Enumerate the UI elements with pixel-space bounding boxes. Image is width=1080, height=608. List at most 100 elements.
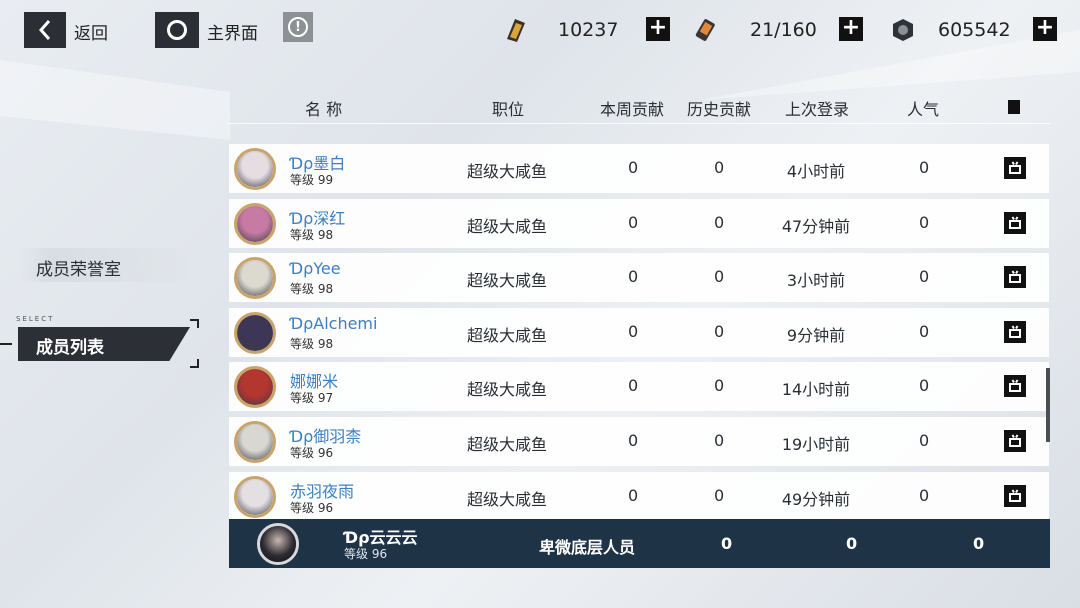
chevron-left-icon	[38, 20, 51, 40]
gift-icon	[1009, 438, 1021, 447]
member-weekly: 0	[628, 486, 639, 505]
member-name[interactable]: ƊρAlchemi	[290, 314, 377, 333]
header-history[interactable]: 历史贡献	[687, 96, 751, 120]
member-name[interactable]: ƊρYee	[290, 259, 341, 278]
gift-icon	[1009, 493, 1021, 502]
battery-icon	[692, 17, 722, 43]
table-row[interactable]: 赤羽夜雨 等级 96 超级大咸鱼 0 0 49分钟前 0	[229, 472, 1049, 521]
member-position: 超级大咸鱼	[467, 380, 548, 399]
avatar[interactable]	[234, 148, 276, 190]
member-position: 超级大咸鱼	[467, 490, 548, 509]
rations-value: 10237	[558, 19, 619, 41]
avatar[interactable]	[234, 312, 276, 354]
avatar-image	[237, 479, 273, 515]
member-history: 0	[714, 376, 725, 395]
header-gift-icon	[1008, 100, 1020, 114]
gift-button[interactable]	[1004, 375, 1026, 397]
member-level: 等级 97	[290, 391, 334, 405]
member-position: 超级大咸鱼	[467, 162, 548, 181]
member-popularity: 0	[919, 267, 930, 286]
member-level: 等级 96	[290, 446, 334, 460]
member-weekly: 0	[628, 431, 639, 450]
menu-honor-room[interactable]: 成员荣誉室	[18, 248, 188, 282]
member-position: 超级大咸鱼	[467, 271, 548, 290]
avatar-image	[237, 206, 273, 242]
member-weekly: 0	[628, 267, 639, 286]
ration-box-icon	[500, 17, 530, 43]
member-history: 0	[714, 158, 725, 177]
avatar[interactable]	[234, 203, 276, 245]
avatar[interactable]	[234, 366, 276, 408]
add-rations-button[interactable]: +	[646, 17, 670, 41]
back-button[interactable]	[24, 12, 66, 48]
top-bar: 返回 主界面 ! 10237 + 21/160 + 605542 +	[0, 0, 1080, 60]
avatar[interactable]	[234, 421, 276, 463]
member-position: 超级大咸鱼	[467, 326, 548, 345]
info-icon: !	[288, 17, 308, 37]
table-row[interactable]: 娜娜米 等级 97 超级大咸鱼 0 0 14小时前 0	[229, 362, 1049, 411]
avatar[interactable]	[234, 257, 276, 299]
selection-bracket-top	[190, 319, 199, 328]
add-battery-button[interactable]: +	[839, 17, 863, 41]
member-history: 0	[714, 213, 725, 232]
avatar-image	[237, 315, 273, 351]
select-tag: SELECT	[16, 315, 55, 323]
member-popularity: 0	[919, 213, 930, 232]
home-icon	[167, 20, 187, 40]
member-weekly: 0	[628, 322, 639, 341]
info-button[interactable]: !	[283, 12, 313, 42]
header-position[interactable]: 职位	[492, 96, 524, 120]
member-history: 0	[714, 431, 725, 450]
gift-button[interactable]	[1004, 485, 1026, 507]
home-label[interactable]: 主界面	[207, 19, 258, 44]
table-row[interactable]: Ɗρ墨白 等级 99 超级大咸鱼 0 0 4小时前 0	[229, 144, 1049, 193]
gift-button[interactable]	[1004, 430, 1026, 452]
avatar[interactable]	[257, 523, 299, 565]
table-row[interactable]: ƊρYee 等级 98 超级大咸鱼 0 0 3小时前 0	[229, 253, 1049, 302]
member-history: 0	[714, 267, 725, 286]
table-row[interactable]: Ɗρ深红 等级 98 超级大咸鱼 0 0 47分钟前 0	[229, 199, 1049, 248]
battery-value: 21/160	[750, 19, 817, 41]
gear-nut-icon	[888, 17, 918, 43]
parts-value: 605542	[938, 19, 1011, 41]
member-history: 0	[714, 486, 725, 505]
member-popularity: 0	[919, 486, 930, 505]
selection-marker	[0, 343, 12, 345]
gift-button[interactable]	[1004, 266, 1026, 288]
member-level: 等级 98	[290, 337, 334, 351]
member-level: 等级 99	[290, 173, 334, 187]
table-row[interactable]: ƊρAlchemi 等级 98 超级大咸鱼 0 0 9分钟前 0	[229, 308, 1049, 357]
self-level: 等级 96	[344, 547, 388, 561]
member-position: 超级大咸鱼	[467, 217, 548, 236]
back-label[interactable]: 返回	[74, 19, 108, 44]
header-name[interactable]: 名 称	[305, 96, 342, 120]
member-last-login: 9分钟前	[786, 326, 846, 345]
gift-icon	[1009, 383, 1021, 392]
add-parts-button[interactable]: +	[1033, 17, 1057, 41]
table-row[interactable]: Ɗρ御羽柰 等级 96 超级大咸鱼 0 0 19小时前 0	[229, 417, 1049, 466]
member-last-login: 3小时前	[786, 271, 846, 290]
self-weekly: 0	[721, 534, 733, 553]
scrollbar[interactable]	[1046, 368, 1050, 442]
member-level: 等级 96	[290, 501, 334, 515]
avatar[interactable]	[234, 476, 276, 518]
resource-battery: 21/160	[692, 16, 817, 44]
header-divider	[228, 123, 1050, 124]
gift-icon	[1009, 165, 1021, 174]
gift-button[interactable]	[1004, 212, 1026, 234]
header-popularity[interactable]: 人气	[907, 96, 939, 120]
member-weekly: 0	[628, 213, 639, 232]
menu-member-list[interactable]: 成员列表	[18, 327, 190, 361]
avatar-image	[260, 526, 296, 562]
member-last-login: 4小时前	[786, 162, 846, 181]
header-last-login[interactable]: 上次登录	[785, 96, 849, 120]
gift-button[interactable]	[1004, 321, 1026, 343]
avatar-image	[237, 424, 273, 460]
home-button[interactable]	[155, 12, 199, 48]
header-weekly[interactable]: 本周贡献	[600, 96, 664, 120]
gift-button[interactable]	[1004, 157, 1026, 179]
resource-rations: 10237	[500, 16, 618, 44]
member-level: 等级 98	[290, 228, 334, 242]
member-last-login: 14小时前	[781, 380, 851, 399]
self-popularity: 0	[973, 534, 985, 553]
